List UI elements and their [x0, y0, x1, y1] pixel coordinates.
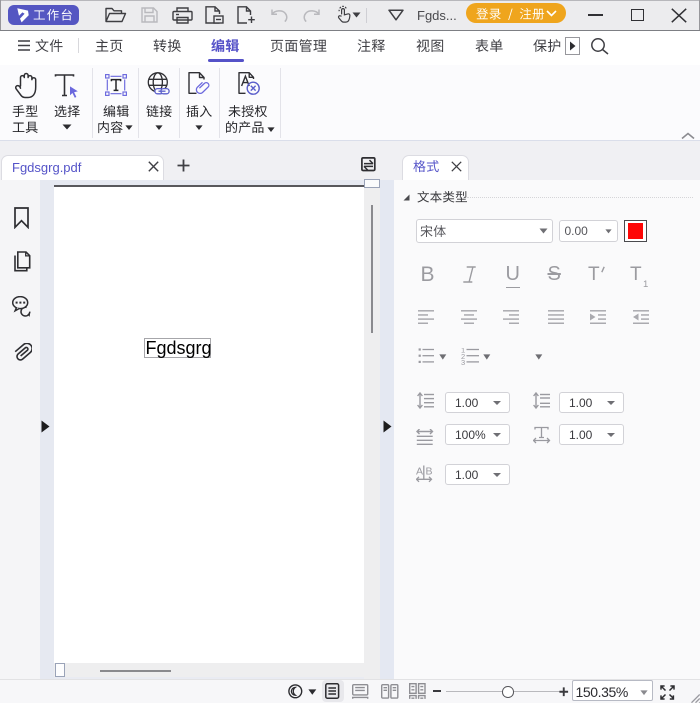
svg-text:B: B: [426, 465, 433, 477]
svg-text:3: 3: [461, 358, 465, 366]
svg-text:A: A: [416, 465, 423, 477]
